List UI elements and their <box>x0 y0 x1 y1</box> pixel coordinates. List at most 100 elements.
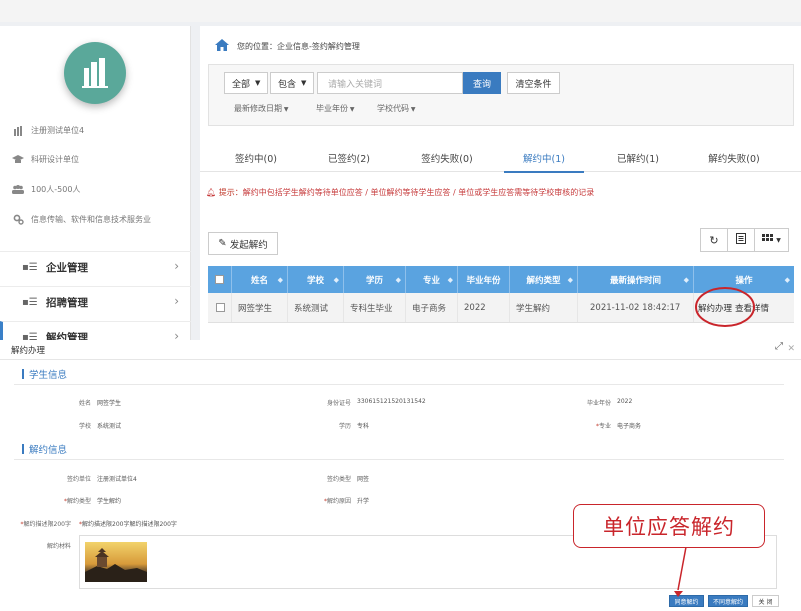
close-icon[interactable]: ✕ <box>787 344 795 354</box>
col-degree[interactable]: 学历 ◆ <box>344 266 406 293</box>
caret-down-icon: ▼ <box>776 236 781 244</box>
field-value-sign-type: 网签 <box>357 476 370 483</box>
unit-name-info: 注册测试单位4 <box>12 125 84 136</box>
table-toolbar: ↻ ▼ <box>700 228 789 252</box>
col-grad-year[interactable]: 毕业年份 <box>458 266 510 293</box>
top-strip <box>0 0 801 22</box>
home-icon[interactable] <box>215 39 229 53</box>
col-actions: 操作 ◆ <box>735 275 790 286</box>
tab-cancel-failed[interactable]: 解约失败(0) <box>694 151 774 165</box>
sort-icon: ◆ <box>784 275 790 284</box>
student-info-section: 学生信息 <box>22 367 67 381</box>
agree-cancel-button[interactable]: 同意解约 <box>669 595 704 607</box>
sort-icon: ◆ <box>395 275 401 284</box>
sort-icon: ◆ <box>447 275 453 284</box>
building-logo-icon <box>82 58 108 88</box>
col-school[interactable]: 学校 ◆ <box>288 266 344 293</box>
sidebar: 注册测试单位4 科研设计单位 100人-500人 信息传输、软件和信息技术服务业… <box>0 26 191 353</box>
tab-sign-failed[interactable]: 签约失败(0) <box>407 151 487 165</box>
sidebar-item-label: 招聘管理 <box>46 297 88 309</box>
process-cancel-link[interactable]: 解约办理 <box>698 302 732 314</box>
graduation-cap-icon <box>12 155 24 165</box>
unit-type: 科研设计单位 <box>31 155 79 164</box>
gear-icon <box>12 214 24 225</box>
breadcrumb-text: 您的位置：企业信息-签约解约管理 <box>237 41 360 51</box>
query-button[interactable]: 查询 <box>463 72 501 94</box>
building-icon <box>12 125 24 136</box>
start-cancel-button[interactable]: ✎ 发起解约 <box>208 232 278 255</box>
cell-name: 网签学生 <box>232 293 288 322</box>
field-label-major: *专业 <box>595 423 611 430</box>
list-icon: ▪☰ <box>22 262 38 273</box>
unit-name: 注册测试单位4 <box>31 126 85 135</box>
col-latest-time[interactable]: 最新操作时间 ◆ <box>578 266 694 293</box>
field-label-grad-year: 毕业年份 <box>586 400 611 407</box>
tab-cancelled[interactable]: 已解约(1) <box>598 151 678 165</box>
tab-signing[interactable]: 签约中(0) <box>216 151 296 165</box>
start-cancel-label: 发起解约 <box>229 239 268 251</box>
field-value-degree: 专科 <box>357 423 370 430</box>
unit-size-info: 100人-500人 <box>12 184 80 195</box>
col-major[interactable]: 专业 ◆ <box>406 266 458 293</box>
field-value-id: 330615121520131542 <box>357 398 426 405</box>
unit-size: 100人-500人 <box>31 185 81 194</box>
cell-grad-year: 2022 <box>458 293 510 322</box>
filter-modified-date[interactable]: 最新修改日期 ▼ <box>234 103 289 114</box>
search-placeholder: 请输入关键词 <box>328 79 383 90</box>
field-value-cancel-reason: 升学 <box>357 498 370 505</box>
disagree-cancel-button[interactable]: 不同意解约 <box>708 595 748 607</box>
maximize-icon[interactable]: ⤢ <box>775 341 783 352</box>
search-panel: 全部 ▼ 包含 ▼ 请输入关键词 查询 清空条件 最新修改日期 ▼ 毕业年份 ▼… <box>208 64 794 126</box>
chevron-right-icon: › <box>174 294 179 308</box>
cancel-info-section: 解约信息 <box>22 442 67 456</box>
clear-button[interactable]: 清空条件 <box>507 72 560 94</box>
search-input[interactable]: 请输入关键词 <box>317 72 463 94</box>
field-label-cancel-reason: *解约原因 <box>323 498 351 505</box>
columns-dropdown[interactable]: ▼ <box>754 228 789 252</box>
caret-down-icon: ▼ <box>409 106 416 113</box>
tip-text: 解约中包括学生解约等待单位应答 / 单位解约等待学生应答 / 单位或学生应答需等… <box>242 188 595 197</box>
grid-icon <box>762 233 774 247</box>
cell-actions: 解约办理 查看详情 <box>694 293 794 322</box>
sort-icon: ◆ <box>333 275 339 284</box>
tip-message: 🔔︎ 提示：解约中包括学生解约等待单位应答 / 单位解约等待学生应答 / 单位或… <box>206 187 594 198</box>
caret-down-icon: ▼ <box>348 106 355 113</box>
field-value-name: 网签学生 <box>97 400 122 407</box>
people-icon <box>12 185 24 195</box>
refresh-icon: ↻ <box>709 233 719 247</box>
attachment-thumbnail[interactable] <box>85 542 147 582</box>
tab-signed[interactable]: 已签约(2) <box>309 151 389 165</box>
col-name[interactable]: 姓名 ◆ <box>232 266 288 293</box>
close-button[interactable]: 关 闭 <box>752 595 779 607</box>
breadcrumb: 您的位置：企业信息-签约解约管理 <box>215 39 360 53</box>
bell-icon: 🔔︎ <box>206 188 217 197</box>
row-checkbox[interactable] <box>208 293 232 322</box>
sidebar-item-enterprise[interactable]: ▪☰ 企业管理 › <box>0 251 191 283</box>
filter-grad-year[interactable]: 毕业年份 ▼ <box>316 103 355 114</box>
caret-down-icon: ▼ <box>282 106 289 113</box>
select-all-checkbox[interactable] <box>208 266 232 293</box>
chevron-right-icon: › <box>174 259 179 273</box>
tab-cancelling[interactable]: 解约中(1) <box>504 151 584 173</box>
modal-title: 解约办理 <box>11 346 46 356</box>
field-label-sign-unit: 签约单位 <box>66 476 91 483</box>
field-value-school: 系统测试 <box>97 423 122 430</box>
match-dropdown[interactable]: 包含 ▼ <box>270 72 315 94</box>
col-cancel-type[interactable]: 解约类型 ◆ <box>510 266 578 293</box>
modal-header: 解约办理 ⤢ ✕ <box>0 340 801 360</box>
scope-dropdown[interactable]: 全部 ▼ <box>224 72 269 94</box>
sidebar-item-recruit[interactable]: ▪☰ 招聘管理 › <box>0 286 191 318</box>
table-row: 网签学生 系统测试 专科生毕业 电子商务 2022 学生解约 2021-11-0… <box>208 293 794 323</box>
tip-label: 提示： <box>218 188 243 197</box>
view-detail-link[interactable]: 查看详情 <box>735 302 769 314</box>
refresh-button[interactable]: ↻ <box>700 228 728 252</box>
field-label-school: 学校 <box>78 423 91 430</box>
filter-school-code[interactable]: 学校代码 ▼ <box>377 103 416 114</box>
main-panel: 您的位置：企业信息-签约解约管理 全部 ▼ 包含 ▼ 请输入关键词 查询 清空条… <box>200 26 801 340</box>
field-value-description: *解约描述限200字解约描述限200字 <box>79 521 177 528</box>
annotation-callout: 单位应答解约 <box>573 504 765 548</box>
export-button[interactable] <box>727 228 755 252</box>
field-value-major: 电子商务 <box>617 423 642 430</box>
cell-major: 电子商务 <box>406 293 458 322</box>
sidebar-item-label: 企业管理 <box>46 262 88 274</box>
